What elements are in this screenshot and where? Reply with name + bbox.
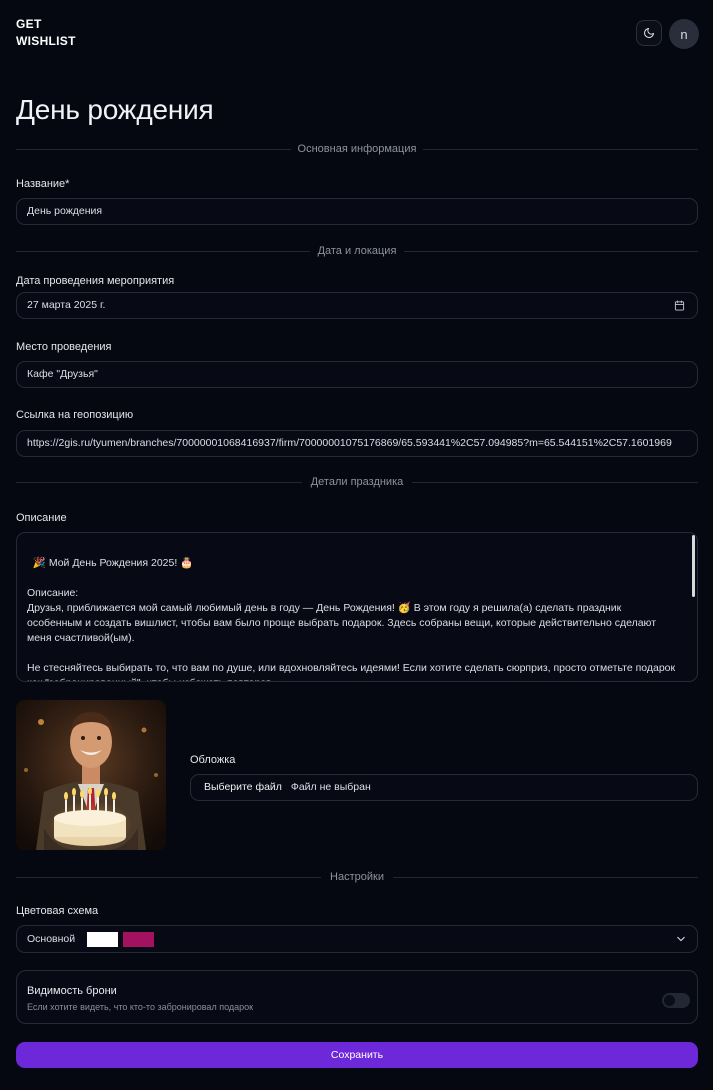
description-label: Описание: [16, 512, 67, 524]
moon-icon: [644, 28, 654, 38]
section-divider-settings: Настройки: [16, 870, 698, 884]
file-status: Файл не выбран: [290, 781, 371, 793]
date-value: 27 марта 2025 г.: [27, 299, 106, 311]
color-swatch-primary: [87, 932, 118, 947]
logo[interactable]: GET WISHLIST: [16, 16, 96, 50]
color-scheme-select[interactable]: Основной: [16, 925, 698, 953]
section-divider-date-location: Дата и локация: [16, 244, 698, 258]
description-text: 🎉 Мой День Рождения 2025! 🎂 Описание: Др…: [27, 557, 676, 681]
save-button[interactable]: Сохранить: [16, 1042, 698, 1068]
header: GET WISHLIST n: [0, 0, 713, 70]
place-label: Место проведения: [16, 341, 112, 353]
description-textarea[interactable]: 🎉 Мой День Рождения 2025! 🎂 Описание: Др…: [16, 532, 698, 682]
avatar[interactable]: n: [669, 19, 699, 49]
cover-image: [16, 700, 166, 850]
booking-visibility-card: Видимость брони Если хотите видеть, что …: [16, 970, 698, 1024]
place-input[interactable]: Кафе "Друзья": [16, 361, 698, 388]
toggle-knob: [664, 995, 675, 1006]
color-scheme-value: Основной: [27, 933, 76, 945]
section-divider-details: Детали праздника: [16, 475, 698, 489]
chevron-down-icon: [677, 936, 685, 942]
section-divider-basic: Основная информация: [16, 142, 698, 156]
booking-visibility-title: Видимость брони: [27, 985, 117, 997]
choose-file-button[interactable]: Выберите файл: [204, 781, 282, 793]
geo-link-input[interactable]: https://2gis.ru/tyumen/branches/70000001…: [16, 430, 698, 457]
booking-visibility-toggle[interactable]: [662, 993, 690, 1008]
textarea-scrollbar[interactable]: [692, 535, 695, 597]
name-input[interactable]: День рождения: [16, 198, 698, 225]
date-input[interactable]: 27 марта 2025 г.: [16, 292, 698, 319]
color-swatch-accent: [123, 932, 154, 947]
color-scheme-label: Цветовая схема: [16, 905, 99, 917]
theme-toggle-button[interactable]: [636, 20, 662, 46]
geo-label: Ссылка на геопозицию: [16, 409, 134, 421]
name-label: Название*: [16, 178, 70, 190]
cover-label: Обложка: [190, 754, 236, 766]
calendar-icon[interactable]: [674, 300, 685, 311]
booking-visibility-subtitle: Если хотите видеть, что кто-то заброниро…: [27, 1002, 254, 1012]
cover-file-input[interactable]: Выберите файл Файл не выбран: [190, 774, 698, 801]
page-title: День рождения: [16, 94, 214, 125]
date-label: Дата проведения мероприятия: [16, 275, 175, 287]
